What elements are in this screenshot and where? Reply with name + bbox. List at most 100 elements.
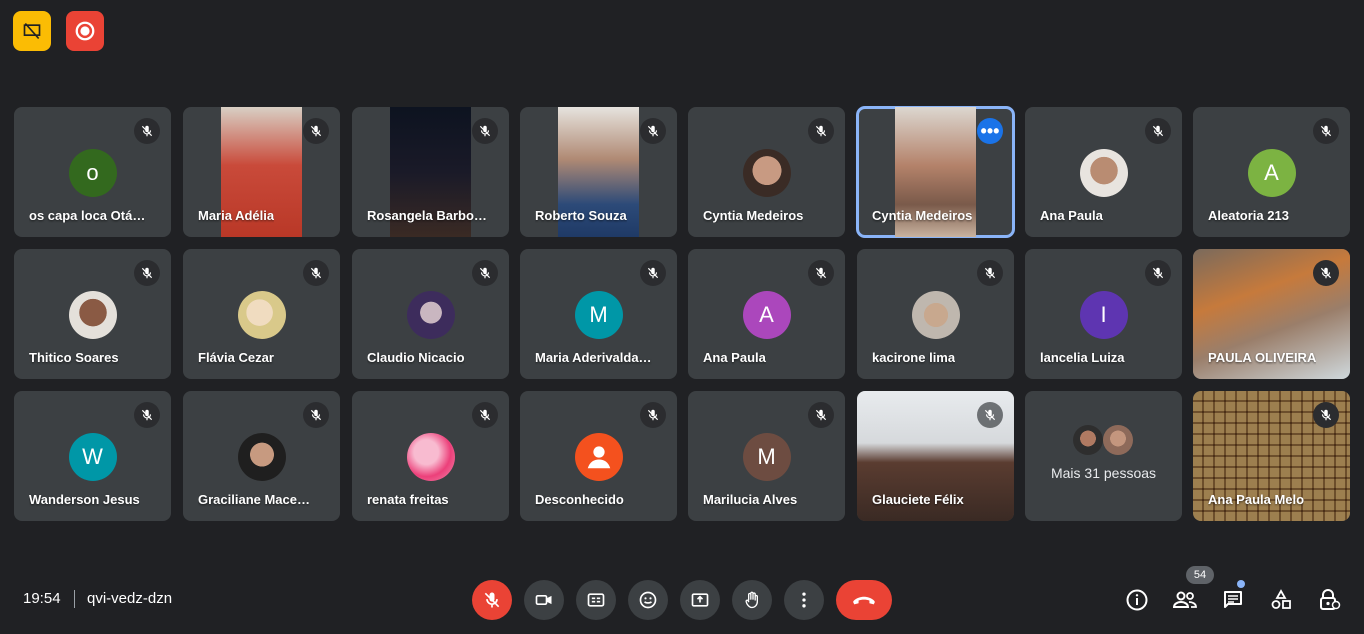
mic-off-icon: [134, 260, 160, 286]
mic-off-icon: [303, 402, 329, 428]
mic-off-icon: [808, 260, 834, 286]
mic-off-icon: [134, 118, 160, 144]
mic-off-icon: [1313, 402, 1339, 428]
present-screen-icon: [691, 593, 709, 607]
avatar: A: [742, 291, 791, 339]
participant-tile[interactable]: M Maria Aderivalda…: [520, 249, 677, 379]
participant-tile[interactable]: PAULA OLIVEIRA: [1193, 249, 1350, 379]
mic-off-icon: [640, 118, 666, 144]
lock-person-icon: [1320, 589, 1341, 610]
raise-hand-button[interactable]: [732, 580, 772, 620]
participant-tile[interactable]: Flávia Cezar: [183, 249, 340, 379]
participant-tile[interactable]: Thitico Soares: [14, 249, 171, 379]
participant-tile[interactable]: Cyntia Medeiros: [688, 107, 845, 237]
mic-off-icon: [977, 260, 1003, 286]
avatar: [68, 291, 117, 339]
mic-off-icon: [808, 402, 834, 428]
participant-name: Ana Paula: [1040, 208, 1103, 223]
meeting-details-button[interactable]: [1123, 586, 1151, 614]
chat-icon: [1224, 591, 1242, 608]
leave-call-button[interactable]: [836, 580, 892, 620]
participant-tile[interactable]: W Wanderson Jesus: [14, 391, 171, 521]
avatar: [406, 433, 455, 481]
participant-name: Cyntia Medeiros: [703, 208, 804, 223]
participant-tile[interactable]: Graciliane Mace…: [183, 391, 340, 521]
activities-button[interactable]: [1267, 586, 1295, 614]
person-icon: [574, 433, 623, 481]
participant-tile[interactable]: Ana Paula Melo: [1193, 391, 1350, 521]
mic-off-icon: [303, 118, 329, 144]
present-screen-button[interactable]: [680, 580, 720, 620]
participant-tile[interactable]: I lancelia Luiza: [1025, 249, 1182, 379]
participant-name: lancelia Luiza: [1040, 350, 1125, 365]
meeting-time: 19:54: [23, 590, 61, 607]
mic-off-icon: [1313, 260, 1339, 286]
mic-off-icon: [472, 260, 498, 286]
participant-tile-active-speaker[interactable]: ••• Cyntia Medeiros: [856, 106, 1015, 238]
mic-off-icon: [808, 118, 834, 144]
participant-name: os capa loca Otá…: [29, 208, 146, 223]
people-button[interactable]: [1171, 586, 1199, 614]
avatar: o: [68, 149, 117, 197]
participant-name: Graciliane Mace…: [198, 492, 310, 507]
participant-name: Thitico Soares: [29, 350, 119, 365]
participant-name: Cyntia Medeiros: [872, 208, 973, 223]
participant-name: PAULA OLIVEIRA: [1208, 350, 1317, 365]
chat-button[interactable]: [1219, 586, 1247, 614]
participant-name: Maria Adélia: [198, 208, 275, 223]
participant-name: Flávia Cezar: [198, 350, 274, 365]
mic-off-icon: [640, 402, 666, 428]
participant-tile[interactable]: A Ana Paula: [688, 249, 845, 379]
recording-icon[interactable]: [66, 11, 104, 51]
participant-tile[interactable]: kacirone lima: [857, 249, 1014, 379]
captions-icon: [587, 593, 605, 607]
participant-name: Ana Paula: [703, 350, 766, 365]
participant-tile[interactable]: M Marilucia Alves: [688, 391, 845, 521]
participant-name: Rosangela Barbo…: [367, 208, 487, 223]
participant-tile[interactable]: o os capa loca Otá…: [14, 107, 171, 237]
emoji-icon: [639, 591, 657, 609]
avatar: [237, 433, 286, 481]
avatar: I: [1079, 291, 1128, 339]
participant-tile[interactable]: Roberto Souza: [520, 107, 677, 237]
hang-up-icon: [853, 596, 875, 605]
participant-tile[interactable]: Desconhecido: [520, 391, 677, 521]
reactions-button[interactable]: [628, 580, 668, 620]
mic-off-icon: [472, 402, 498, 428]
more-options-icon[interactable]: •••: [977, 118, 1003, 144]
participant-name: Ana Paula Melo: [1208, 492, 1305, 507]
more-options-button[interactable]: [784, 580, 824, 620]
camera-icon: [535, 595, 552, 605]
participant-name: Maria Aderivalda…: [535, 350, 652, 365]
mic-off-icon: [484, 592, 500, 608]
avatar: [406, 291, 455, 339]
participant-name: Roberto Souza: [535, 208, 627, 223]
presentation-hidden-icon[interactable]: [13, 11, 51, 51]
info-icon: [1126, 589, 1148, 611]
participant-tile[interactable]: A Aleatoria 213: [1193, 107, 1350, 237]
divider: [74, 590, 75, 608]
participant-tile[interactable]: renata freitas: [352, 391, 509, 521]
more-people-label: Mais 31 pessoas: [1050, 465, 1157, 481]
avatar: M: [742, 433, 791, 481]
more-options-icon: [802, 592, 806, 608]
mic-off-icon: [1313, 118, 1339, 144]
captions-button[interactable]: [576, 580, 616, 620]
raise-hand-icon: [745, 591, 758, 609]
participant-tile[interactable]: Ana Paula: [1025, 107, 1182, 237]
participant-name: renata freitas: [367, 492, 449, 507]
avatar: [1073, 425, 1103, 455]
camera-toggle-button[interactable]: [524, 580, 564, 620]
avatar: M: [574, 291, 623, 339]
more-people-tile[interactable]: Mais 31 pessoas: [1025, 391, 1182, 521]
participant-name: Claudio Nicacio: [367, 350, 465, 365]
participant-tile[interactable]: Claudio Nicacio: [352, 249, 509, 379]
mic-off-icon: [1145, 118, 1171, 144]
participant-name: kacirone lima: [872, 350, 956, 365]
participant-name: Desconhecido: [535, 492, 624, 507]
participant-tile[interactable]: Rosangela Barbo…: [352, 107, 509, 237]
mic-toggle-button[interactable]: [472, 580, 512, 620]
participant-tile[interactable]: Maria Adélia: [183, 107, 340, 237]
participant-tile[interactable]: Glauciete Félix: [857, 391, 1014, 521]
host-controls-button[interactable]: [1315, 586, 1343, 614]
